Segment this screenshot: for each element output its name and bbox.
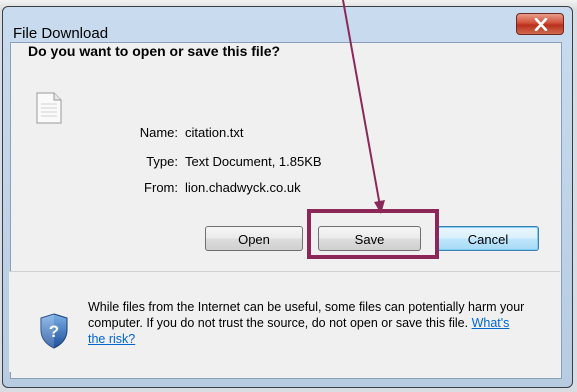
annotation-arrow bbox=[342, 0, 385, 214]
